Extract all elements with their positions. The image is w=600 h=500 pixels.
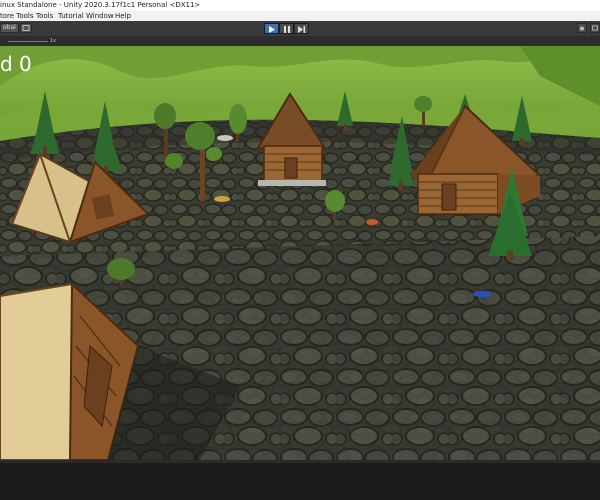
step-icon bbox=[298, 26, 306, 33]
menu-item-window[interactable]: Window bbox=[86, 11, 114, 21]
step-button[interactable] bbox=[294, 23, 309, 34]
play-icon bbox=[269, 26, 275, 33]
pause-icon bbox=[284, 26, 290, 33]
status-strip bbox=[0, 460, 600, 463]
play-button[interactable] bbox=[264, 23, 279, 34]
pause-button[interactable] bbox=[279, 23, 294, 34]
menu-item-store-tools[interactable]: tore Tools bbox=[0, 11, 34, 21]
score-text: d 0 bbox=[0, 52, 32, 76]
menu-bar: tore Tools Tools Tutorial Window Help bbox=[0, 11, 600, 21]
account-button[interactable] bbox=[590, 23, 600, 33]
status-bar bbox=[0, 460, 600, 500]
toolbar-right-tools bbox=[577, 23, 600, 33]
collab-button[interactable] bbox=[577, 23, 587, 33]
menu-item-tutorial[interactable]: Tutorial bbox=[58, 11, 84, 21]
game-viewport[interactable]: d 0 bbox=[0, 46, 600, 460]
game-scene bbox=[0, 46, 600, 460]
game-view-toolbar: 1x bbox=[0, 36, 600, 46]
grid-icon bbox=[22, 25, 30, 31]
pivot-global-toggle[interactable]: obal bbox=[0, 23, 19, 33]
window-title: inux Standalone - Unity 2020.3.17f1c1 Pe… bbox=[0, 1, 201, 9]
pivot-global-label: obal bbox=[3, 24, 16, 31]
menu-item-help[interactable]: Help bbox=[115, 11, 131, 21]
editor-toolbar: obal bbox=[0, 21, 600, 37]
layers-icon bbox=[592, 25, 598, 31]
play-controls bbox=[264, 23, 311, 34]
menu-item-tools[interactable]: Tools bbox=[36, 11, 53, 21]
scale-value: 1x bbox=[50, 38, 57, 44]
scale-slider[interactable] bbox=[8, 41, 48, 42]
cloud-icon bbox=[580, 26, 584, 31]
grid-snap-button[interactable] bbox=[20, 23, 32, 33]
